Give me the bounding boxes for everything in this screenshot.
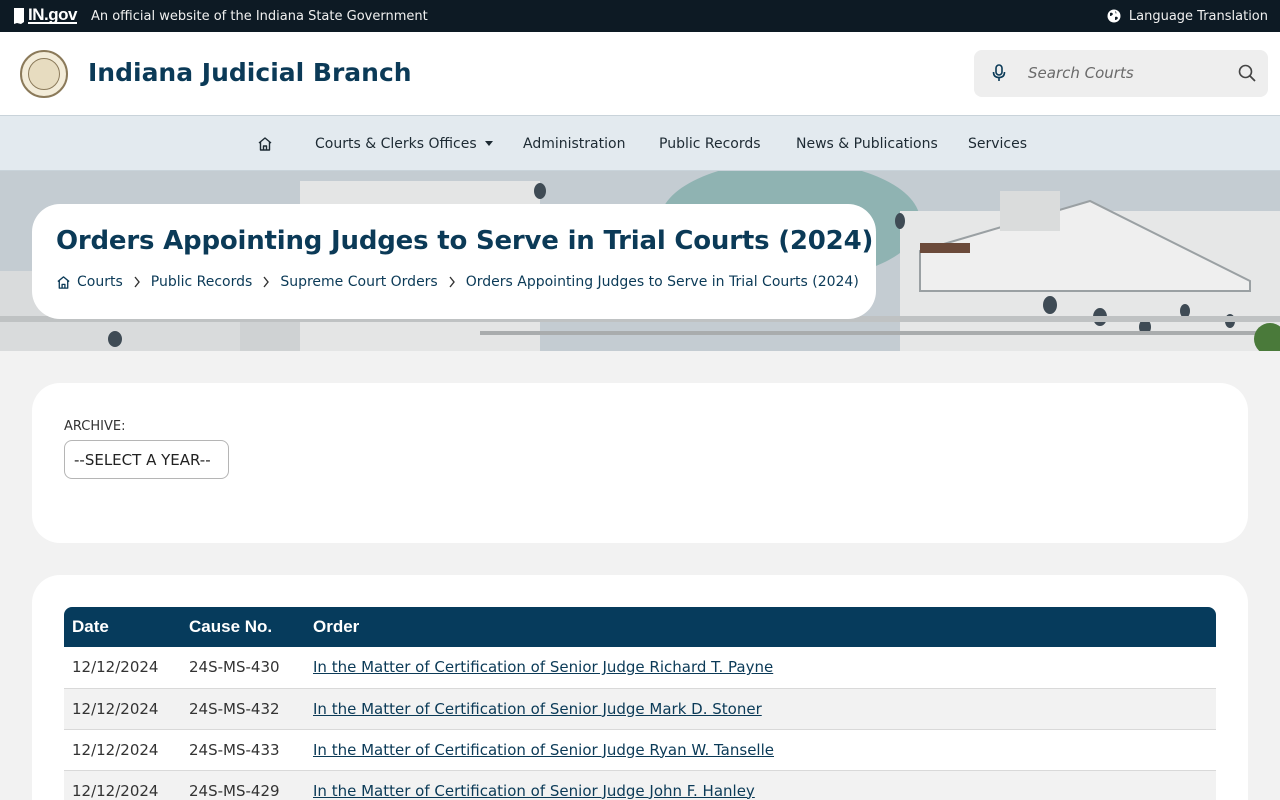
nav-public-records-label: Public Records	[659, 135, 761, 152]
in-gov-logo[interactable]: IN.gov	[12, 5, 77, 25]
column-header-date: Date	[64, 607, 181, 647]
page-title: Orders Appointing Judges to Serve in Tri…	[56, 226, 874, 256]
nav-news-publications[interactable]: News & Publications	[796, 116, 938, 171]
breadcrumb: Courts Public Records Supreme Court Orde…	[56, 274, 859, 290]
nav-courts-clerks[interactable]: Courts & Clerks Offices	[315, 116, 493, 171]
cell-cause: 24S-MS-433	[181, 729, 305, 771]
cell-date: 12/12/2024	[64, 770, 181, 800]
column-header-cause: Cause No.	[181, 607, 305, 647]
breadcrumb-current: Orders Appointing Judges to Serve in Tri…	[465, 274, 859, 290]
archive-label: ARCHIVE:	[64, 419, 126, 434]
cell-order: In the Matter of Certification of Senior…	[305, 688, 1216, 730]
nav-home[interactable]	[257, 116, 273, 171]
in-gov-logo-text: IN.gov	[28, 5, 77, 24]
indiana-state-icon	[14, 8, 24, 24]
cell-order: In the Matter of Certification of Senior…	[305, 770, 1216, 800]
nav-courts-clerks-label: Courts & Clerks Offices	[315, 135, 477, 152]
column-header-order: Order	[305, 607, 1216, 647]
cell-date: 12/12/2024	[64, 647, 181, 689]
table-row: 12/12/2024 24S-MS-432 In the Matter of C…	[64, 688, 1216, 730]
cell-cause: 24S-MS-429	[181, 770, 305, 800]
year-select[interactable]: --SELECT A YEAR--	[64, 440, 229, 479]
search-bar	[974, 50, 1268, 97]
orders-table: Date Cause No. Order 12/12/2024 24S-MS-4…	[64, 607, 1216, 800]
cell-cause: 24S-MS-432	[181, 688, 305, 730]
microphone-icon[interactable]	[992, 64, 1006, 82]
nav-public-records[interactable]: Public Records	[659, 116, 761, 171]
nav-services[interactable]: Services	[968, 116, 1027, 171]
caret-down-icon	[484, 141, 493, 146]
language-translation-link[interactable]: Language Translation	[1107, 0, 1268, 32]
cell-order: In the Matter of Certification of Senior…	[305, 647, 1216, 689]
order-link[interactable]: In the Matter of Certification of Senior…	[313, 782, 755, 800]
chevron-right-icon	[448, 276, 456, 288]
chevron-right-icon	[262, 276, 270, 288]
page-title-card: Orders Appointing Judges to Serve in Tri…	[32, 204, 876, 319]
orders-card: Date Cause No. Order 12/12/2024 24S-MS-4…	[32, 575, 1248, 800]
site-header: Indiana Judicial Branch	[0, 32, 1280, 116]
nav-services-label: Services	[968, 135, 1028, 152]
table-row: 12/12/2024 24S-MS-429 In the Matter of C…	[64, 770, 1216, 800]
main-nav: Courts & Clerks Offices Administration P…	[0, 116, 1280, 171]
cell-date: 12/12/2024	[64, 729, 181, 771]
search-input[interactable]	[1028, 58, 1228, 88]
chevron-right-icon	[133, 276, 141, 288]
cell-order: In the Matter of Certification of Senior…	[305, 729, 1216, 771]
breadcrumb-supreme-court-orders[interactable]: Supreme Court Orders	[280, 274, 437, 290]
globe-icon	[1107, 9, 1121, 23]
state-seal-icon[interactable]	[20, 50, 68, 98]
gov-bar: IN.gov An official website of the Indian…	[0, 0, 1280, 32]
nav-administration[interactable]: Administration	[523, 116, 625, 171]
gov-tagline: An official website of the Indiana State…	[90, 8, 428, 24]
table-header-row: Date Cause No. Order	[64, 607, 1216, 647]
home-icon	[258, 136, 272, 151]
breadcrumb-public-records[interactable]: Public Records	[151, 274, 253, 290]
order-link[interactable]: In the Matter of Certification of Senior…	[313, 658, 773, 676]
archive-card: ARCHIVE: --SELECT A YEAR--	[32, 383, 1248, 543]
nav-news-publications-label: News & Publications	[796, 135, 938, 152]
cell-cause: 24S-MS-430	[181, 647, 305, 689]
language-translation-label: Language Translation	[1128, 8, 1268, 24]
home-icon[interactable]	[56, 275, 71, 290]
site-title[interactable]: Indiana Judicial Branch	[88, 58, 412, 87]
order-link[interactable]: In the Matter of Certification of Senior…	[313, 700, 762, 718]
order-link[interactable]: In the Matter of Certification of Senior…	[313, 741, 774, 759]
nav-administration-label: Administration	[523, 135, 626, 152]
breadcrumb-courts[interactable]: Courts	[77, 274, 123, 290]
magnifier-icon[interactable]	[1238, 64, 1256, 82]
table-row: 12/12/2024 24S-MS-433 In the Matter of C…	[64, 729, 1216, 771]
table-row: 12/12/2024 24S-MS-430 In the Matter of C…	[64, 647, 1216, 689]
cell-date: 12/12/2024	[64, 688, 181, 730]
